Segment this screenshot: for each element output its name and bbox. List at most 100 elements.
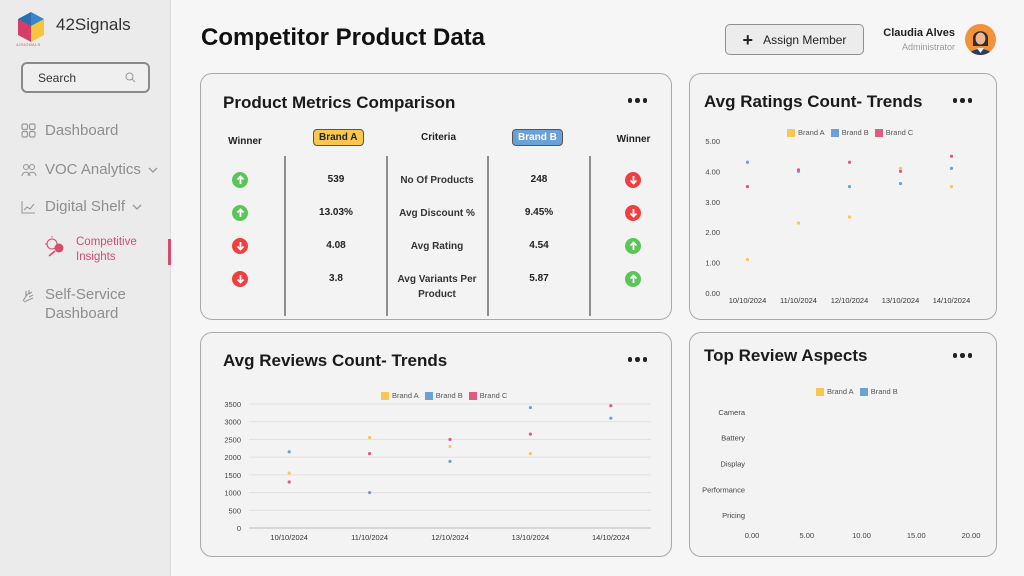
more-options-button[interactable]: [627, 98, 647, 103]
y-tick-label: 0.00: [705, 289, 720, 298]
assign-member-button[interactable]: + Assign Member: [725, 24, 864, 55]
data-point[interactable]: [287, 480, 291, 484]
y-category-label: Camera: [718, 408, 746, 417]
review-aspects-card: Top Review Aspects Brand A Brand B Camera…: [689, 332, 997, 557]
brand-a-value: 4.08: [326, 240, 346, 251]
aspects-bar-chart: Camera Battery Display Performance Pricing 0.…: [702, 408, 980, 540]
data-point[interactable]: [898, 181, 903, 186]
sidebar-item-label: Dashboard: [45, 122, 119, 139]
line-chart-icon: [20, 198, 37, 215]
arrow-up-icon: [232, 205, 248, 221]
logo-cube-icon: [18, 12, 44, 42]
data-point[interactable]: [796, 168, 801, 172]
brand-b-pill: Brand B: [512, 129, 563, 146]
criteria-label: No Of Products: [400, 175, 474, 186]
data-point[interactable]: [847, 160, 852, 164]
plus-icon: +: [742, 29, 754, 50]
brand-b-value: 5.87: [529, 273, 549, 284]
data-point[interactable]: [368, 436, 372, 440]
y-tick-label: 1.00: [705, 259, 720, 268]
data-point[interactable]: [847, 215, 852, 219]
data-point[interactable]: [368, 490, 372, 495]
brand-a-value: 13.03%: [319, 207, 353, 218]
data-point[interactable]: [448, 437, 452, 442]
y-tick-label: 1500: [224, 471, 241, 480]
search-icon: [125, 72, 136, 83]
sidebar-item-digital-shelf[interactable]: Digital Shelf: [20, 198, 142, 215]
data-point[interactable]: [287, 450, 291, 454]
arrow-down-icon: [232, 271, 248, 287]
y-tick-label: 3000: [224, 418, 241, 427]
data-point[interactable]: [528, 452, 532, 456]
x-tick-label: 14/10/2024: [933, 296, 971, 305]
x-tick-label: 11/10/2024: [351, 533, 388, 542]
user-role: Administrator: [901, 42, 955, 52]
data-point[interactable]: [898, 169, 903, 173]
x-tick-label: 14/10/2024: [592, 533, 630, 542]
y-tick-label: 5.00: [705, 137, 720, 146]
data-point[interactable]: [528, 405, 532, 410]
reviews-trend-card: Avg Reviews Count- Trends Brand A Brand B…: [200, 332, 672, 557]
criteria-header: Criteria: [420, 132, 456, 143]
y-category-label: Performance: [702, 485, 745, 494]
x-tick-label: 13/10/2024: [882, 296, 920, 305]
search-input[interactable]: Search: [21, 62, 150, 93]
brand-b-value: 248: [530, 174, 548, 185]
arrow-up-icon: [625, 271, 641, 287]
data-point[interactable]: [448, 444, 452, 449]
brand-a-value: 3.8: [329, 273, 343, 284]
data-point[interactable]: [528, 432, 532, 436]
sidebar-item-dashboard[interactable]: Dashboard: [20, 122, 118, 139]
data-point[interactable]: [949, 166, 954, 170]
sidebar-item-self-service-dashboard[interactable]: Self-Service Dashboard: [20, 285, 145, 323]
card-title: Product Metrics Comparison: [223, 93, 456, 112]
data-point[interactable]: [745, 185, 750, 189]
x-tick-label: 13/10/2024: [512, 533, 550, 542]
arrow-down-icon: [625, 205, 641, 221]
sidebar-item-label: VOC Analytics: [45, 161, 141, 178]
sidebar-item-label: Digital Shelf: [45, 198, 126, 215]
data-point[interactable]: [287, 471, 291, 475]
data-point[interactable]: [609, 416, 613, 420]
x-tick-label: 10.00: [852, 531, 871, 540]
search-placeholder: Search: [38, 70, 77, 85]
column-divider: [589, 156, 591, 316]
y-tick-label: 3500: [224, 400, 241, 409]
arrow-up-icon: [625, 238, 641, 254]
reviews-scatter-chart: 0 500 1000 1500 2000 2500 3000 3500 10/10/2024 11…: [224, 400, 651, 542]
x-tick-label: 11/10/2024: [780, 296, 817, 305]
y-tick-label: 2500: [224, 435, 241, 444]
insight-bulb-icon: [45, 236, 64, 257]
brand-name: 42Signals: [56, 15, 131, 34]
y-category-label: Battery: [721, 434, 745, 443]
x-tick-label: 5.00: [799, 531, 814, 540]
product-metrics-card: Product Metrics Comparison Winner Brand …: [200, 73, 672, 320]
avatar[interactable]: [965, 24, 996, 55]
y-tick-label: 0: [237, 524, 241, 533]
data-point[interactable]: [368, 452, 372, 456]
x-tick-label: 15.00: [907, 531, 926, 540]
page-title: Competitor Product Data: [201, 24, 486, 51]
assign-member-label: Assign Member: [763, 32, 847, 47]
data-point[interactable]: [745, 257, 750, 262]
data-point[interactable]: [796, 221, 801, 225]
sidebar-item-voc-analytics[interactable]: VOC Analytics: [20, 161, 158, 178]
brand-b-value: 9.45%: [524, 207, 554, 218]
data-point[interactable]: [448, 459, 452, 463]
chevron-down-icon: [132, 204, 142, 210]
data-point[interactable]: [609, 404, 613, 408]
brand-subtext: 42SIGNALS: [16, 42, 41, 47]
data-point[interactable]: [898, 166, 903, 170]
user-photo-icon: [969, 31, 992, 55]
data-point[interactable]: [847, 185, 852, 189]
data-point[interactable]: [745, 160, 750, 164]
brand-logo[interactable]: 42Signals: [16, 10, 131, 44]
data-point[interactable]: [949, 185, 954, 189]
sidebar-item-competitive-insights[interactable]: Competitive Insights: [44, 235, 151, 265]
brand-a-value: 539: [327, 174, 345, 185]
sidebar-item-label: Self-Service Dashboard: [45, 286, 126, 322]
data-point[interactable]: [949, 154, 954, 158]
y-tick-label: 2.00: [705, 228, 720, 237]
arrow-up-icon: [232, 172, 248, 188]
y-category-label: Pricing: [722, 511, 745, 520]
